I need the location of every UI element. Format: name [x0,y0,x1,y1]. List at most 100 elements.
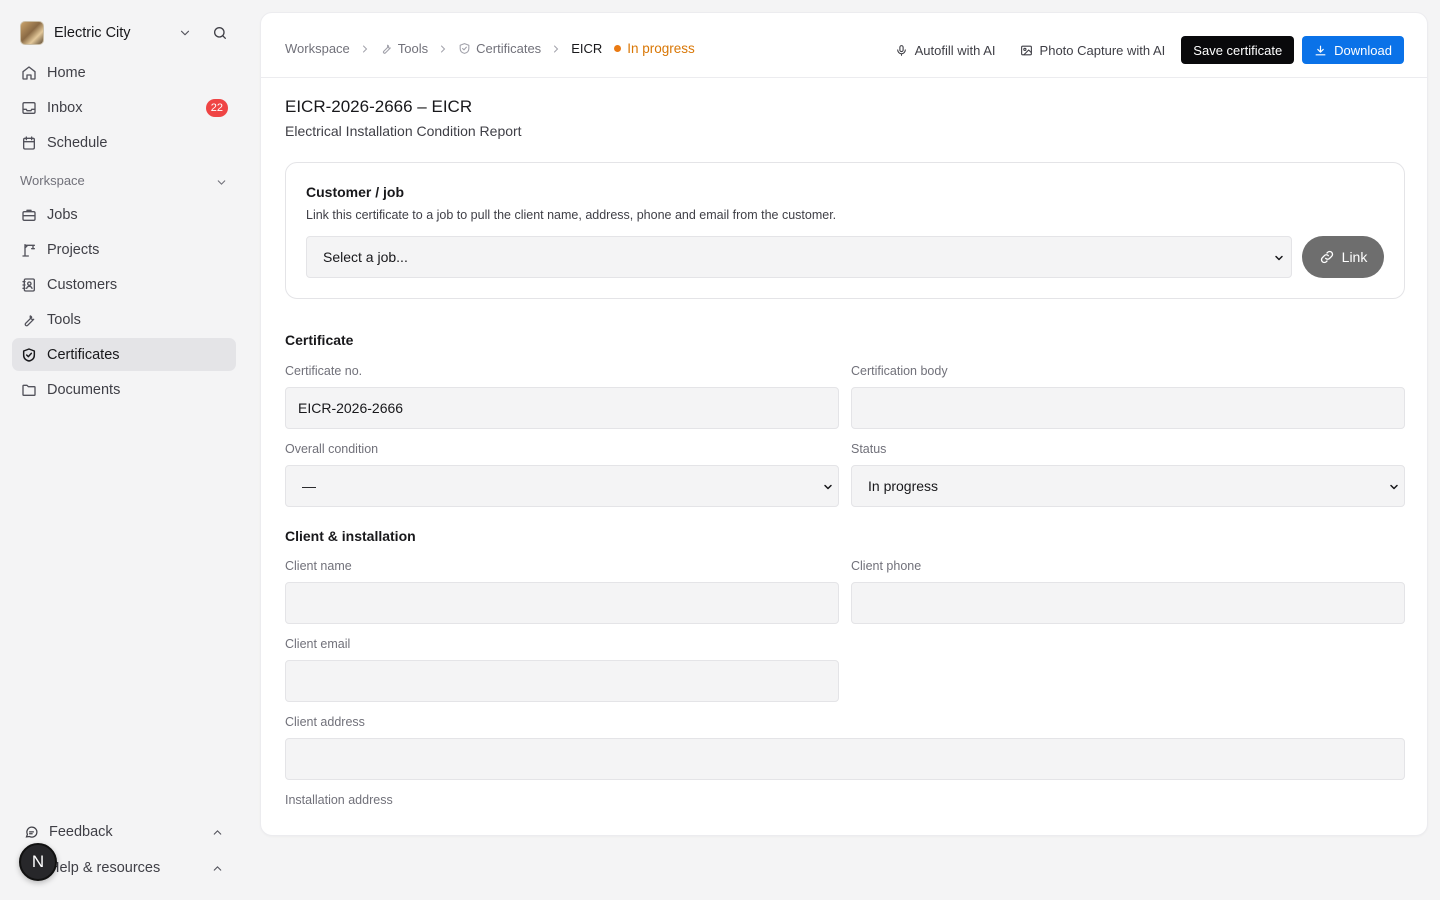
cert-no-label: Certificate no. [285,364,363,378]
download-button[interactable]: Download [1302,36,1404,64]
chevron-right-icon [437,43,449,55]
certificate-form: EICR-2026-2666 – EICR Electrical Install… [285,78,1405,813]
autofill-ai-button[interactable]: Autofill with AI [887,36,1004,64]
photo-capture-ai-button[interactable]: Photo Capture with AI [1012,36,1174,64]
help-label: Help & resources [49,860,161,876]
shield-check-icon [21,347,37,363]
status-select[interactable]: In progress [851,465,1405,507]
chevron-down-icon [1388,481,1400,493]
microphone-icon [895,44,908,57]
status-dot [614,45,622,52]
overall-condition-label: Overall condition [285,442,379,456]
chevron-down-icon [1273,252,1285,264]
calendar-icon [21,135,37,151]
sidebar-item-label: Home [47,64,86,81]
feedback-button[interactable]: Feedback [20,820,230,844]
client-name-input[interactable] [285,582,839,624]
client-email-label: Client email [285,637,351,651]
status-select-value: In progress [868,478,939,494]
image-icon [1020,44,1033,57]
folder-icon [21,382,37,398]
client-email-input[interactable] [285,660,839,702]
sidebar-item-label: Certificates [47,346,120,363]
contacts-icon [21,277,37,293]
customer-job-description: Link this certificate to a job to pull t… [306,208,837,222]
chevron-right-icon [359,43,371,55]
inbox-count-badge: 22 [205,99,228,117]
breadcrumb-tools[interactable]: Tools [398,41,428,56]
page-title: EICR-2026-2666 – EICR [285,97,473,116]
home-icon [21,65,37,81]
customer-job-title: Customer / job [306,184,405,200]
client-address-label: Client address [285,715,365,729]
chevron-down-icon[interactable] [178,26,192,40]
cert-no-input[interactable]: EICR-2026-2666 [285,387,839,429]
sidebar-item-projects[interactable]: Projects [12,233,236,266]
sidebar-item-label: Schedule [47,134,108,151]
chevron-down-icon [215,176,228,189]
installation-address-label: Installation address [285,793,393,807]
user-avatar[interactable]: N [19,843,57,881]
sidebar-item-label: Projects [47,241,100,258]
job-select-value: Select a job... [323,249,408,265]
job-select[interactable]: Select a job... [306,236,1292,278]
breadcrumb-certificates[interactable]: Certificates [476,41,541,56]
client-address-input[interactable] [285,738,1405,780]
sidebar-item-label: Customers [47,276,118,293]
certificate-section-title: Certificate [285,332,354,348]
breadcrumb-current: EICR [571,41,603,56]
breadcrumb-workspace[interactable]: Workspace [285,41,350,56]
autofill-ai-label: Autofill with AI [914,42,996,58]
shield-check-icon [458,42,471,55]
crane-icon [21,242,37,258]
header-actions: Autofill with AI Photo Capture with AI S… [887,36,1404,64]
org-name: Electric City [54,25,131,41]
feedback-label: Feedback [49,824,113,840]
org-switcher[interactable]: Electric City [20,20,236,46]
wrench-icon [21,312,37,328]
client-name-label: Client name [285,559,352,573]
sidebar-item-schedule[interactable]: Schedule [12,126,236,159]
org-avatar [20,21,44,45]
message-icon [24,825,39,840]
download-icon [1314,44,1327,57]
workspace-section-toggle[interactable]: Workspace [20,173,236,188]
sidebar-item-jobs[interactable]: Jobs [12,198,236,231]
search-icon[interactable] [212,25,228,41]
top-bar: Workspace Tools Certificates EICR In pro… [261,13,1427,78]
sidebar-item-documents[interactable]: Documents [12,373,236,406]
cert-body-input[interactable] [851,387,1405,429]
chevron-right-icon [550,43,562,55]
link-icon [1319,249,1335,265]
sidebar-item-label: Tools [47,311,81,328]
main-panel: Workspace Tools Certificates EICR In pro… [260,12,1428,836]
sidebar-item-label: Inbox [47,99,83,116]
sidebar-item-tools[interactable]: Tools [12,303,236,336]
download-label: Download [1334,42,1392,58]
status-label: Status [851,442,887,456]
briefcase-icon [21,207,37,223]
sidebar-item-home[interactable]: Home [12,56,236,89]
chevron-up-icon [211,862,224,875]
photo-capture-ai-label: Photo Capture with AI [1039,42,1166,58]
client-section-title: Client & installation [285,528,416,544]
client-phone-input[interactable] [851,582,1405,624]
client-phone-label: Client phone [851,559,922,573]
sidebar-item-label: Jobs [47,206,78,223]
sidebar-item-customers[interactable]: Customers [12,268,236,301]
workspace-section-label: Workspace [20,173,85,188]
overall-condition-select[interactable]: — [285,465,839,507]
customer-job-card: Customer / job Link this certificate to … [285,162,1405,299]
sidebar: Electric City Home Inbox 22 Schedule Wor… [0,0,248,900]
sidebar-item-certificates[interactable]: Certificates [12,338,236,371]
save-certificate-button[interactable]: Save certificate [1181,36,1295,64]
link-label: Link [1341,249,1368,265]
chevron-down-icon [822,481,834,493]
link-job-button[interactable]: Link [1302,236,1384,278]
chevron-up-icon [211,826,224,839]
inbox-icon [21,100,37,116]
sidebar-item-inbox[interactable]: Inbox 22 [12,91,236,124]
overall-condition-value: — [302,478,316,494]
sidebar-item-label: Documents [47,381,121,398]
breadcrumb: Workspace Tools Certificates EICR In pro… [285,41,695,56]
